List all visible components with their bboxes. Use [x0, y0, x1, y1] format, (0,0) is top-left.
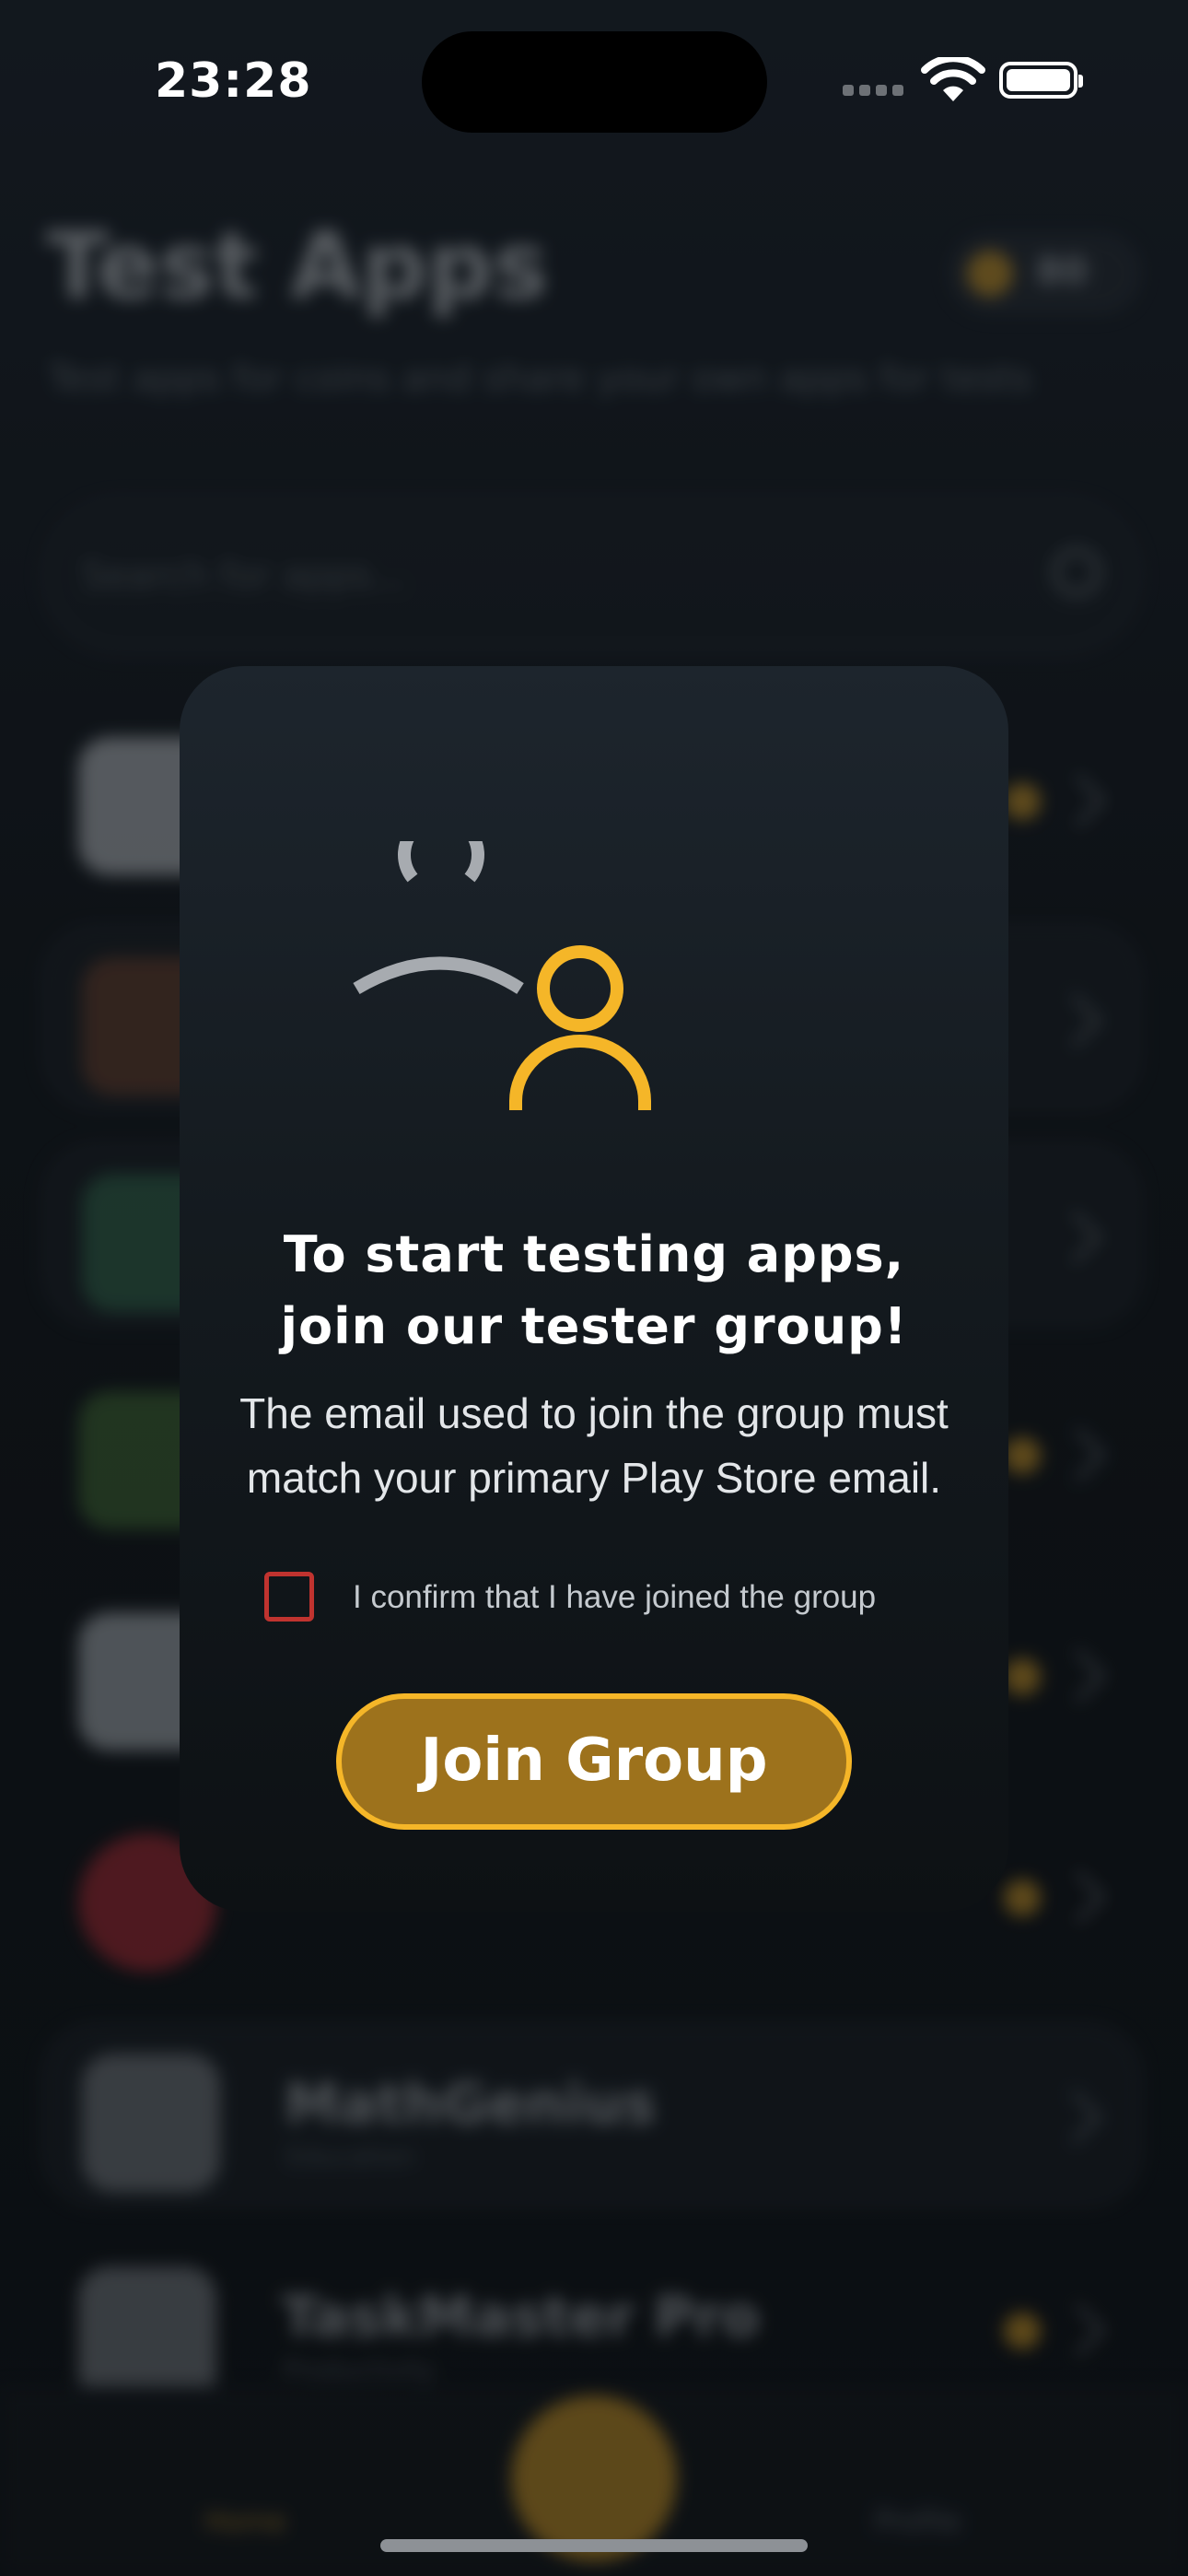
cellular-signal-icon	[843, 85, 907, 98]
home-indicator	[380, 2539, 808, 2552]
modal-description: The email used to join the group must ma…	[239, 1389, 949, 1502]
wifi-icon	[921, 57, 985, 101]
join-group-modal: To start testing apps, join our tester g…	[180, 666, 1008, 1912]
group-users-icon	[353, 841, 651, 1110]
modal-title: To start testing apps, join our tester g…	[280, 1225, 908, 1355]
dynamic-island	[422, 31, 767, 133]
status-time: 23:28	[155, 53, 312, 109]
confirm-checkbox-row[interactable]: I confirm that I have joined the group	[264, 1572, 927, 1627]
confirm-checkbox[interactable]	[264, 1572, 314, 1622]
battery-icon	[999, 62, 1083, 99]
confirm-label[interactable]: I confirm that I have joined the group	[353, 1579, 876, 1616]
join-group-button[interactable]: Join Group	[336, 1693, 852, 1830]
